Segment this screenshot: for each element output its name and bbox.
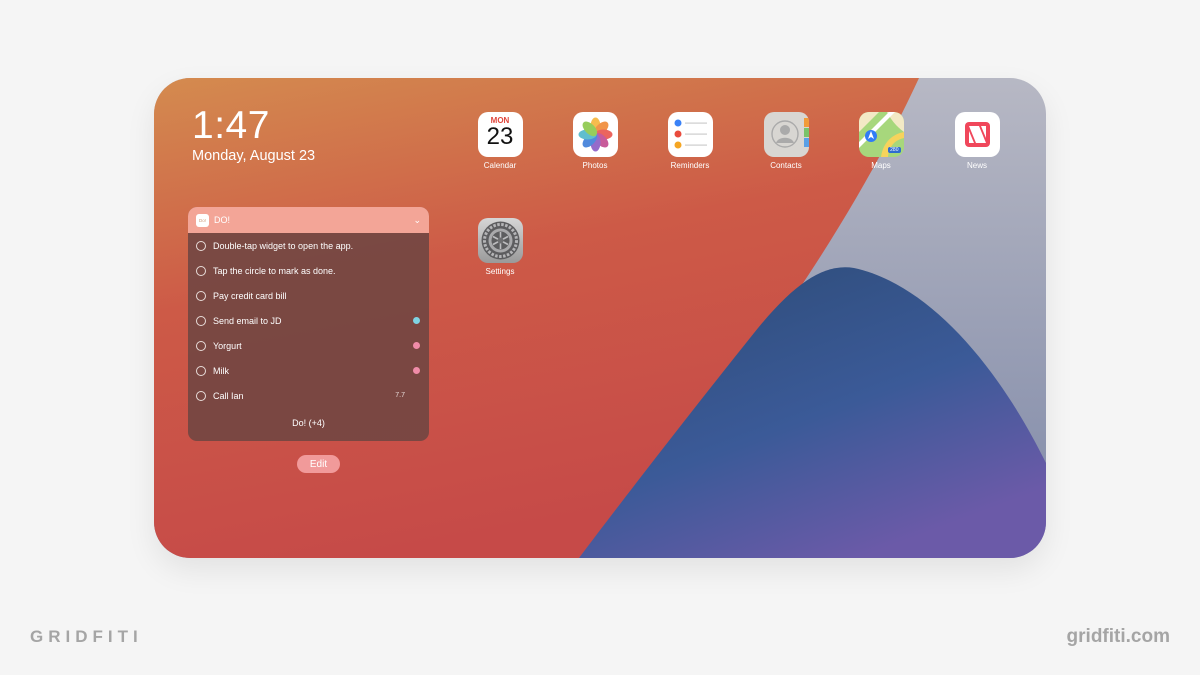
task-text: Call Ian — [213, 390, 244, 401]
ipad-screen: 1:47 Monday, August 23 Do! DO! ⌄ Double-… — [154, 78, 1046, 558]
maps-badge: 280 — [888, 147, 901, 153]
widget-footer[interactable]: Do! (+4) — [188, 418, 429, 428]
widget-header[interactable]: Do! DO! ⌄ — [188, 207, 429, 233]
app-label-photos: Photos — [582, 161, 608, 170]
widget-title: DO! — [214, 215, 231, 225]
app-reminders[interactable]: Reminders — [660, 112, 720, 170]
calendar-icon: MON 23 — [477, 112, 523, 157]
task-color-dot — [413, 367, 420, 374]
clock-date: Monday, August 23 — [192, 148, 316, 164]
task-checkbox[interactable] — [196, 340, 206, 351]
do-widget[interactable]: Do! DO! ⌄ Double-tap widget to open the … — [188, 207, 429, 441]
task-color-dot — [413, 342, 420, 349]
app-label-calendar: Calendar — [483, 161, 517, 170]
brand-url: gridfiti.com — [1066, 626, 1170, 647]
app-photos[interactable]: Photos — [565, 112, 625, 170]
app-maps[interactable]: 280 Maps — [851, 112, 911, 170]
task-text: Send email to JD — [213, 315, 282, 326]
app-label-contacts: Contacts — [770, 161, 802, 170]
task-row[interactable]: Milk — [188, 358, 429, 383]
app-label-reminders: Reminders — [670, 161, 710, 170]
lock-clock: 1:47 Monday, August 23 — [192, 104, 316, 165]
task-checkbox[interactable] — [196, 390, 206, 401]
task-row[interactable]: Pay credit card bill — [188, 283, 429, 308]
task-row[interactable]: Send email to JD — [188, 308, 429, 333]
task-text: Milk — [213, 365, 229, 376]
task-row[interactable]: Yorgurt — [188, 333, 429, 358]
app-contacts[interactable]: Contacts — [756, 112, 816, 170]
task-checkbox[interactable] — [196, 365, 206, 376]
task-checkbox[interactable] — [196, 290, 206, 301]
maps-icon: 280 — [858, 112, 904, 157]
app-settings[interactable]: Settings — [470, 218, 530, 276]
brand-logo-text: GRIDFITI — [30, 627, 143, 646]
calendar-day: 23 — [486, 123, 514, 150]
photos-icon — [572, 112, 618, 157]
task-text: Tap the circle to mark as done. — [213, 265, 336, 276]
task-text: Pay credit card bill — [213, 290, 287, 301]
task-row[interactable]: Call Ian 7.7 — [188, 383, 429, 408]
reminders-icon — [667, 112, 713, 157]
app-news[interactable]: News — [947, 112, 1007, 170]
app-label-maps: Maps — [871, 161, 891, 170]
contacts-icon — [763, 112, 809, 157]
app-label-news: News — [966, 161, 987, 170]
news-icon — [954, 112, 1000, 157]
task-color-dot — [413, 317, 420, 324]
task-text: Double-tap widget to open the app. — [213, 240, 354, 251]
gear-icon — [477, 218, 523, 263]
clock-time: 1:47 — [192, 104, 270, 147]
edit-button[interactable]: Edit — [297, 455, 340, 473]
task-row[interactable]: Tap the circle to mark as done. — [188, 258, 429, 283]
task-checkbox[interactable] — [196, 240, 206, 251]
app-calendar[interactable]: MON 23 Calendar — [470, 112, 530, 170]
task-meta: 7.7 — [395, 392, 405, 399]
task-checkbox[interactable] — [196, 265, 206, 276]
do-app-icon: Do! — [196, 213, 209, 227]
chevron-down-icon[interactable]: ⌄ — [413, 215, 421, 226]
app-label-settings: Settings — [485, 267, 515, 276]
task-row[interactable]: Double-tap widget to open the app. — [188, 233, 429, 258]
task-text: Yorgurt — [213, 340, 242, 351]
widget-task-list: Double-tap widget to open the app. Tap th… — [188, 233, 429, 408]
task-checkbox[interactable] — [196, 315, 206, 326]
